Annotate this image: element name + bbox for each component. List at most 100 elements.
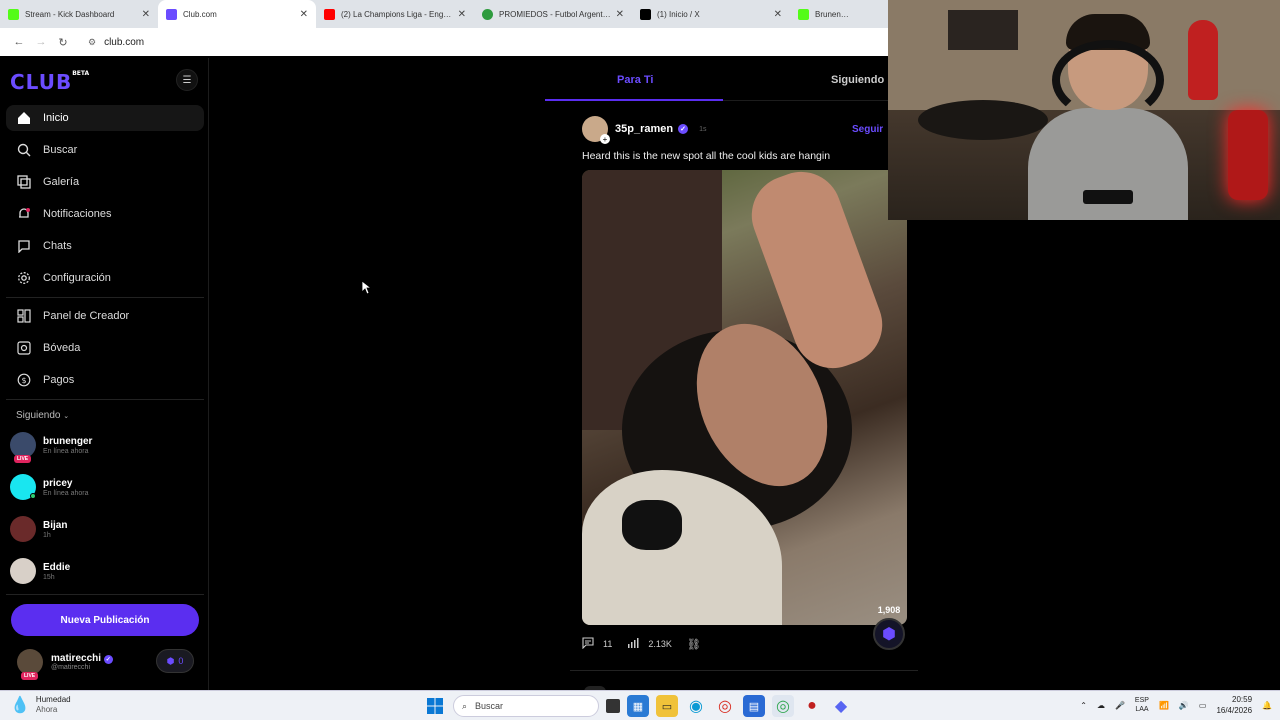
close-icon[interactable]: ✕ [774, 9, 782, 20]
lang-primary: ESP [1134, 697, 1149, 704]
close-icon[interactable]: ✕ [142, 9, 150, 20]
tab-title: (1) Inicio / X [657, 9, 700, 19]
cam-shape [1188, 20, 1218, 100]
avatar[interactable]: + [582, 116, 610, 144]
browser-tab[interactable]: Brunenger St [790, 0, 860, 28]
views-icon [627, 637, 639, 651]
site-info-icon[interactable]: ⚙ [88, 37, 96, 48]
onedrive-icon[interactable]: ☁ [1097, 701, 1105, 710]
sidebar-item-label: Bóveda [43, 342, 81, 354]
wifi-icon[interactable]: 📶 [1159, 701, 1169, 710]
task-view-icon[interactable] [606, 699, 620, 713]
sidebar-item-configuracion[interactable]: Configuración [6, 265, 204, 291]
webcam-overlay [888, 0, 1280, 220]
x-favicon-icon [640, 8, 651, 20]
sidebar-item-panel-de-creador[interactable]: Panel de Creador [6, 303, 204, 329]
language-indicator[interactable]: ESP LAA [1135, 696, 1149, 714]
discord-icon[interactable]: ◆ [830, 695, 852, 717]
image-shape [622, 500, 682, 550]
volume-icon[interactable]: 🔊 [1179, 701, 1189, 710]
browser-tab[interactable]: PROMIEDOS - Futbol Argentino ✕ [474, 0, 632, 28]
club-logo[interactable]: CLUBBETA [10, 70, 89, 94]
sidebar-item-chats[interactable]: Chats [6, 233, 204, 259]
back-icon[interactable]: ← [8, 36, 30, 48]
browser-tab-active[interactable]: Club.com ✕ [158, 0, 316, 28]
new-post-button[interactable]: Nueva Publicación [11, 604, 199, 636]
menu-button[interactable]: ☰ [176, 69, 198, 91]
following-item-brunenger[interactable]: LIVE brunenger En línea ahora [10, 430, 200, 463]
forward-icon[interactable]: → [30, 36, 52, 48]
cam-shape [948, 10, 1018, 50]
sidebar-item-label: Configuración [43, 272, 111, 284]
windows-start-icon[interactable] [424, 695, 446, 717]
chrome-icon[interactable]: ◎ [714, 695, 736, 717]
following-item-bijan[interactable]: Bijan 1h [10, 514, 200, 544]
reload-icon[interactable]: ↻ [52, 36, 74, 49]
following-name: pricey [43, 477, 73, 489]
beta-badge: BETA [72, 70, 90, 77]
following-status: 1h [43, 531, 51, 539]
browser-tab[interactable]: (2) La Champions Liga - Engancl ✕ [316, 0, 474, 28]
online-indicator [30, 493, 36, 499]
avatar [10, 516, 36, 542]
microphone-icon[interactable]: 🎤 [1115, 701, 1125, 710]
active-tab-indicator [545, 99, 723, 101]
taskbar-search[interactable]: ⌕ Buscar [453, 695, 599, 717]
sidebar: CLUBBETA ☰ Inicio Buscar Galería Notific… [0, 58, 209, 690]
app-icon[interactable]: ● [801, 695, 823, 717]
comment-icon[interactable] [582, 637, 594, 651]
clock[interactable]: 20:59 16/4/2026 [1216, 694, 1252, 716]
current-user[interactable]: LIVE matirecchi ✓ @matirecchi ⬢ 0 [10, 645, 200, 680]
browser-tab[interactable]: (1) Inicio / X ✕ [632, 0, 790, 28]
post-image[interactable] [582, 170, 907, 625]
sidebar-item-inicio[interactable]: Inicio [6, 105, 204, 131]
club-app: CLUBBETA ☰ Inicio Buscar Galería Notific… [0, 58, 918, 692]
sidebar-item-boveda[interactable]: Bóveda [6, 335, 204, 361]
url-text: club.com [104, 36, 145, 48]
tab-para-ti[interactable]: Para Ti [617, 74, 654, 86]
browser-tab[interactable]: Stream - Kick Dashboard ✕ [0, 0, 158, 28]
home-icon [16, 110, 32, 126]
tip-count: 1,908 [877, 605, 901, 615]
coin-icon: ⬢ [882, 626, 896, 643]
sidebar-item-notificaciones[interactable]: Notificaciones [6, 201, 204, 227]
url-field[interactable]: ⚙ club.com [88, 37, 144, 48]
avatar [10, 474, 36, 500]
sidebar-item-buscar[interactable]: Buscar [6, 137, 204, 163]
notification-bell-icon[interactable]: 🔔 [1262, 701, 1272, 710]
kick-favicon-icon [798, 8, 809, 20]
close-icon[interactable]: ✕ [616, 9, 624, 20]
current-user-handle: @matirecchi [51, 664, 91, 671]
store-icon[interactable]: ▤ [743, 695, 765, 717]
chevron-up-icon[interactable]: ⌃ [1080, 701, 1087, 710]
post-author[interactable]: 35p_ramen ✓ 1s [615, 123, 707, 135]
weather-widget[interactable]: 💧 Humedad Ahora [10, 695, 71, 715]
following-header[interactable]: Siguiendo ⌄ [16, 410, 69, 421]
tip-button[interactable]: ⬢ [873, 618, 905, 650]
gallery-icon [16, 174, 32, 190]
club-favicon-icon [166, 8, 177, 20]
plus-icon[interactable]: + [600, 134, 610, 144]
battery-icon[interactable]: ▭ [1199, 701, 1207, 710]
chrome-icon[interactable]: ◎ [772, 695, 794, 717]
following-header-label: Siguiendo [16, 410, 61, 421]
sidebar-item-pagos[interactable]: $ Pagos [6, 367, 204, 393]
widgets-app-icon[interactable]: ▦ [627, 695, 649, 717]
tip-widget[interactable]: 1,908 ⬢ [870, 605, 908, 665]
close-icon[interactable]: ✕ [300, 9, 308, 20]
coin-balance[interactable]: ⬢ 0 [156, 649, 194, 673]
kick-favicon-icon [8, 8, 19, 20]
link-icon[interactable]: ⛓ [687, 638, 701, 651]
close-icon[interactable]: ✕ [458, 9, 466, 20]
avatar: LIVE [10, 432, 36, 463]
sidebar-item-galeria[interactable]: Galería [6, 169, 204, 195]
following-item-eddie[interactable]: Eddie 15h [10, 556, 200, 586]
follow-button[interactable]: Seguir [852, 124, 883, 135]
bell-icon [16, 206, 32, 222]
tab-siguiendo[interactable]: Siguiendo [831, 74, 884, 86]
headphones-icon [1052, 40, 1164, 120]
following-item-pricey[interactable]: pricey En línea ahora [10, 472, 200, 502]
file-explorer-icon[interactable]: ▭ [656, 695, 678, 717]
sidebar-item-label: Buscar [43, 144, 78, 156]
edge-icon[interactable]: ◉ [685, 695, 707, 717]
